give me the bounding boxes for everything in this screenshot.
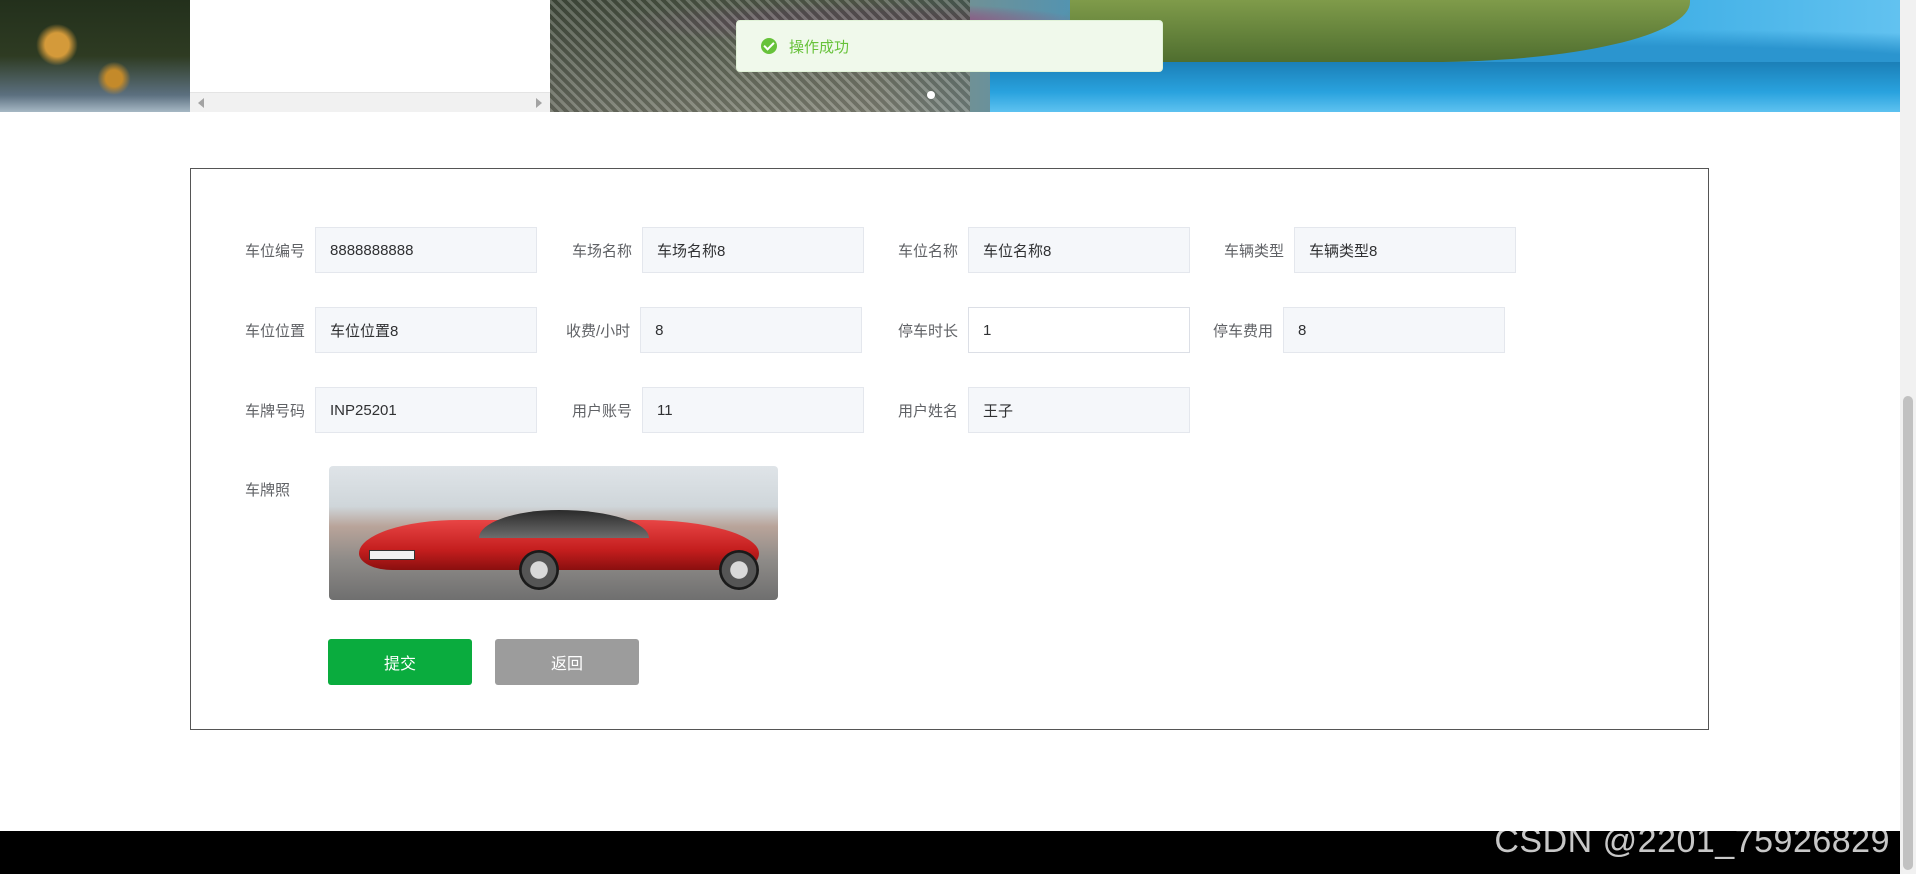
lot-name-input[interactable]: 车场名称8 (642, 227, 865, 273)
field-label: 车位名称 (898, 242, 959, 260)
dropdown-panel (190, 0, 550, 112)
field-label: 收费/小时 (566, 322, 631, 340)
field-space-no: 车位编号 8888888888 (245, 227, 538, 273)
field-label: 车辆类型 (1224, 242, 1285, 260)
field-parking-duration: 停车时长 1 (898, 307, 1191, 353)
field-label: 车位位置 (245, 322, 306, 340)
scroll-right-arrow-icon[interactable] (536, 98, 542, 108)
user-account-input[interactable]: 11 (642, 387, 865, 433)
toast-message: 操作成功 (789, 38, 850, 56)
field-fee-per-hour: 收费/小时 8 (566, 307, 863, 353)
success-toast: 操作成功 (736, 20, 1163, 72)
field-label: 用户账号 (572, 402, 633, 420)
plate-no-input[interactable]: INP25201 (315, 387, 538, 433)
field-vehicle-type: 车辆类型 车辆类型8 (1224, 227, 1517, 273)
plate-photo[interactable] (329, 466, 778, 600)
watermark-text: CSDN @2201_75926829 (1494, 822, 1890, 860)
field-plate-no: 车牌号码 INP25201 (245, 387, 538, 433)
field-user-account: 用户账号 11 (572, 387, 865, 433)
space-no-input[interactable]: 8888888888 (315, 227, 538, 273)
vertical-scrollbar[interactable] (1900, 0, 1916, 874)
field-space-name: 车位名称 车位名称8 (898, 227, 1191, 273)
car-wheel-shape (719, 550, 759, 590)
field-label: 用户姓名 (898, 402, 959, 420)
field-label: 停车时长 (898, 322, 959, 340)
field-label: 停车费用 (1213, 322, 1274, 340)
field-label: 车牌号码 (245, 402, 306, 420)
field-lot-name: 车场名称 车场名称8 (572, 227, 865, 273)
field-label: 车位编号 (245, 242, 306, 260)
check-circle-icon (761, 38, 777, 54)
plate-photo-label: 车牌照 (245, 482, 291, 499)
parking-duration-input[interactable]: 1 (968, 307, 1191, 353)
scrollbar-thumb[interactable] (1903, 396, 1913, 870)
back-button[interactable]: 返回 (495, 639, 639, 685)
carousel-hill-area (1070, 0, 1690, 62)
field-label: 车场名称 (572, 242, 633, 260)
fee-per-hour-input[interactable]: 8 (640, 307, 863, 353)
car-roof-shape (479, 510, 649, 538)
parking-fee-input[interactable]: 8 (1283, 307, 1506, 353)
banner-left-photo (0, 0, 190, 112)
car-plate-shape (369, 550, 415, 560)
field-user-name: 用户姓名 王子 (898, 387, 1191, 433)
carousel-indicator-dot[interactable] (927, 91, 935, 99)
submit-button[interactable]: 提交 (328, 639, 472, 685)
horizontal-scrollbar[interactable] (190, 92, 550, 112)
scroll-left-arrow-icon[interactable] (198, 98, 204, 108)
field-parking-fee: 停车费用 8 (1213, 307, 1506, 353)
space-location-input[interactable]: 车位位置8 (315, 307, 538, 353)
field-space-location: 车位位置 车位位置8 (245, 307, 538, 353)
user-name-input[interactable]: 王子 (968, 387, 1191, 433)
car-wheel-shape (519, 550, 559, 590)
vehicle-type-input[interactable]: 车辆类型8 (1294, 227, 1517, 273)
space-name-input[interactable]: 车位名称8 (968, 227, 1191, 273)
parking-form: 车位编号 8888888888 车场名称 车场名称8 车位名称 车位名称8 车辆… (190, 168, 1709, 730)
